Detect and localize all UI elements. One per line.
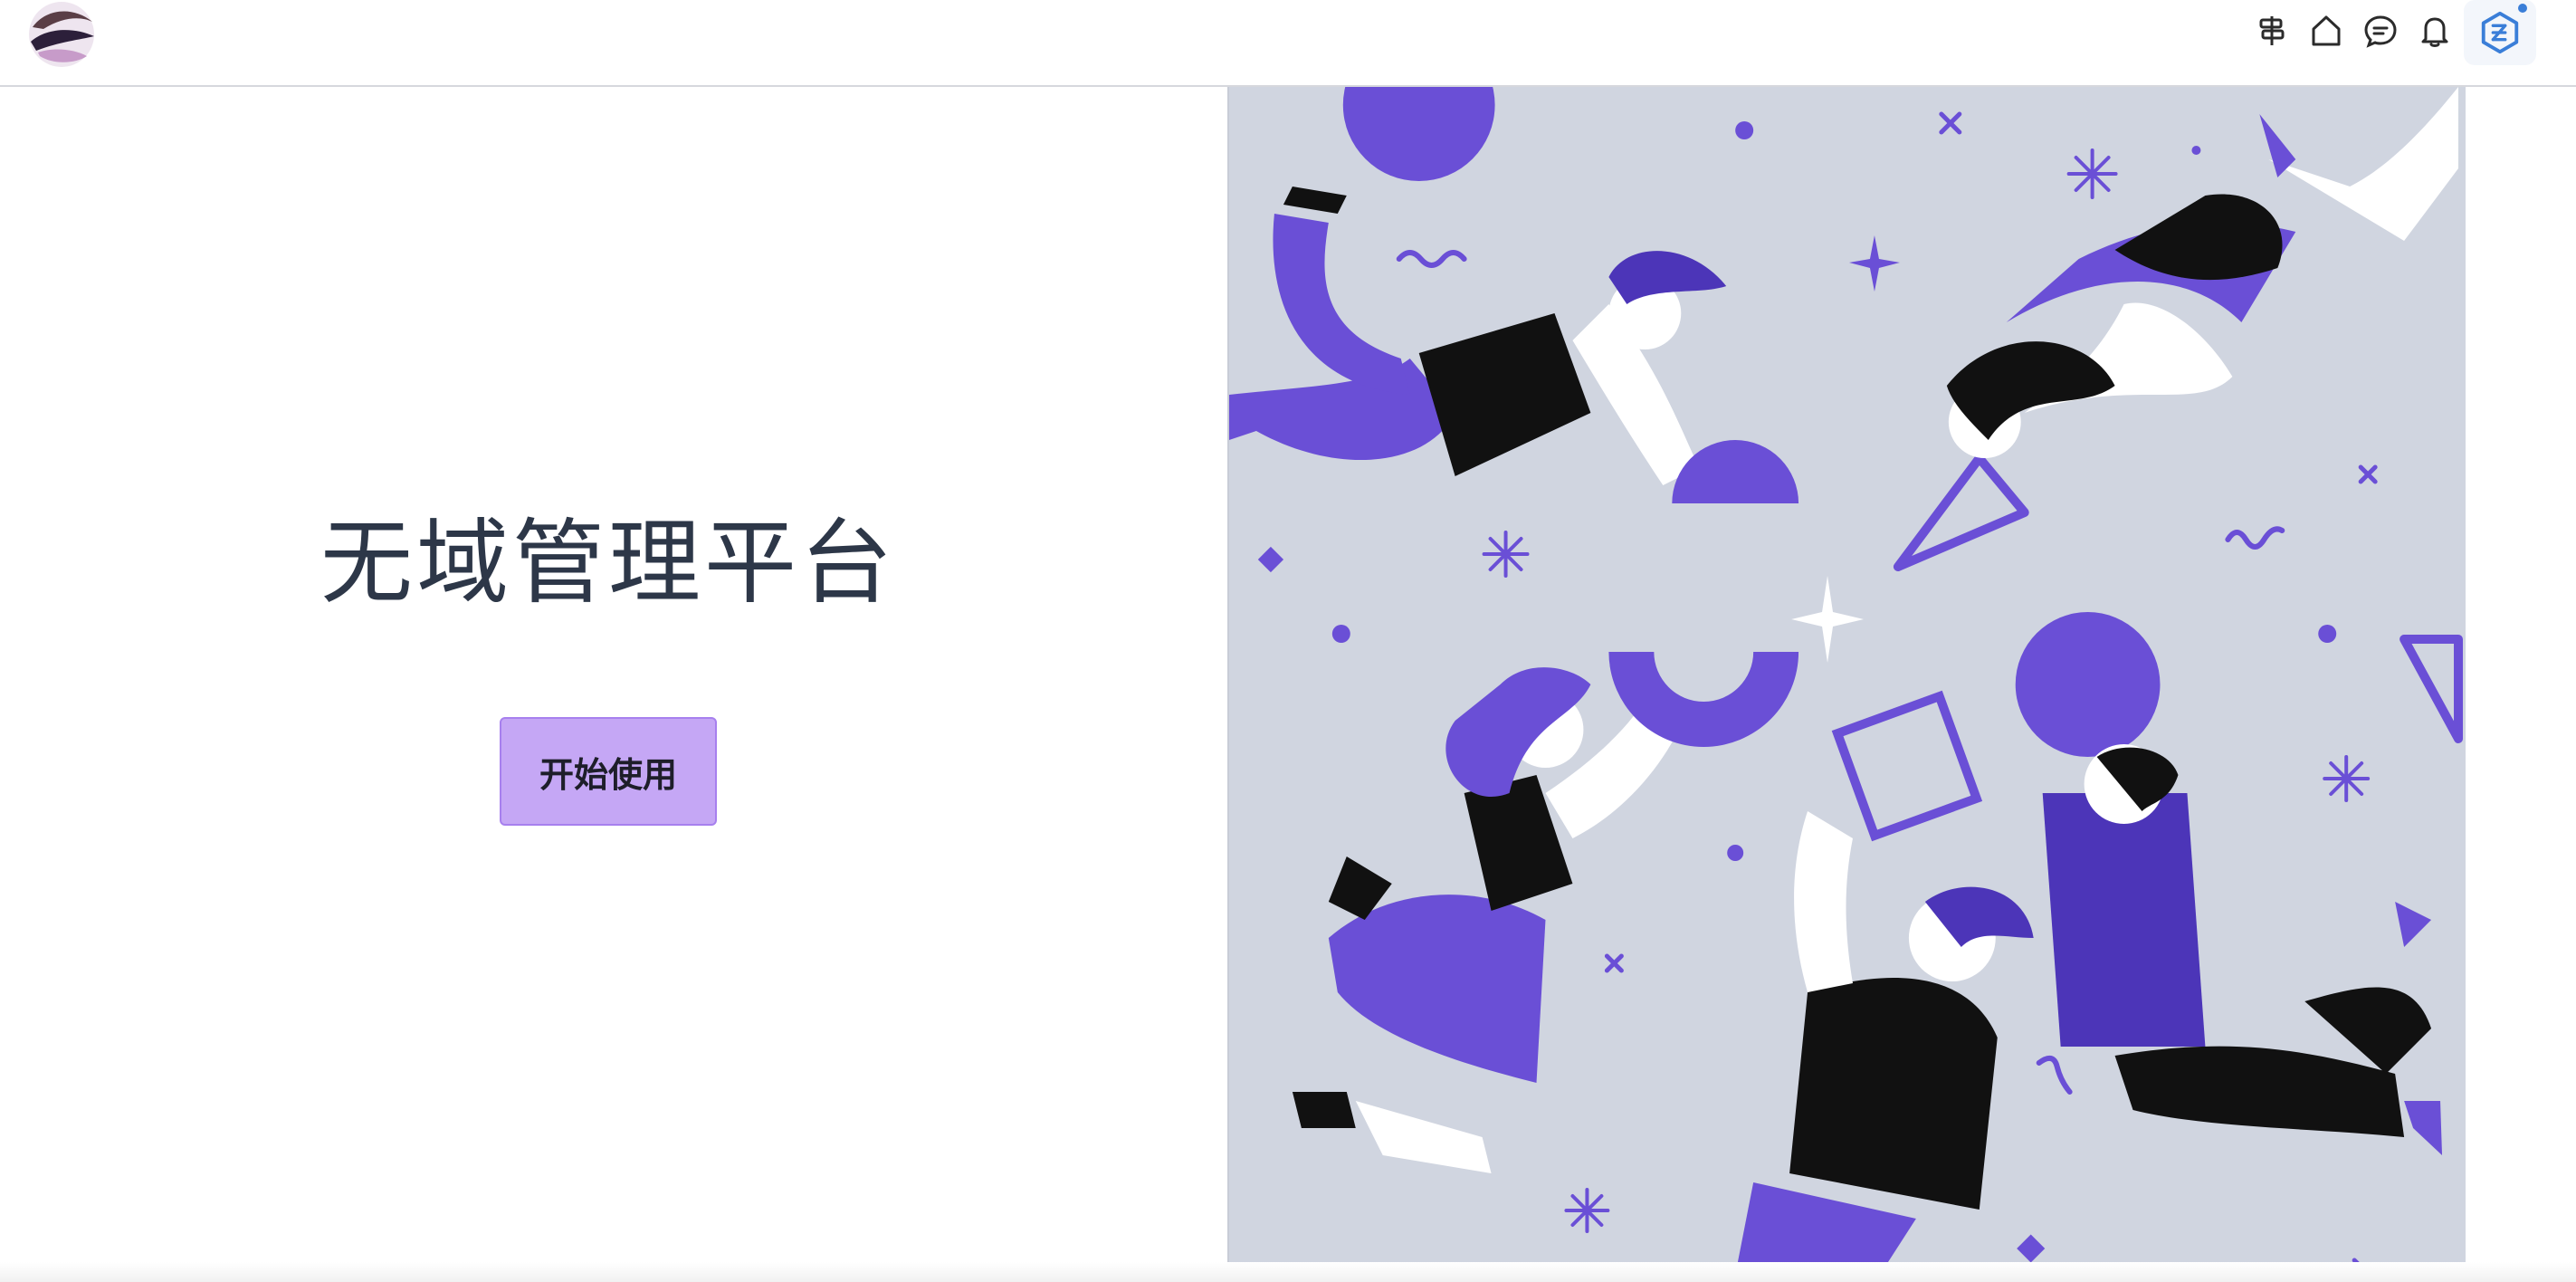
- online-status-dot: [2518, 4, 2527, 13]
- landing-hero: 无域管理平台 开始使用: [0, 87, 1227, 1282]
- brand-swirl-logo-icon: [29, 2, 94, 67]
- message-icon[interactable]: [2361, 11, 2400, 51]
- people-floating-with-shapes-illustration: [1227, 87, 2466, 1275]
- api-signpost-icon[interactable]: [2252, 11, 2292, 51]
- user-avatar[interactable]: [2464, 0, 2536, 65]
- notification-bell-icon[interactable]: [2415, 11, 2455, 51]
- home-icon[interactable]: [2306, 11, 2346, 51]
- bottom-edge-shadow: [0, 1262, 2576, 1282]
- brand-logo[interactable]: [27, 0, 96, 69]
- user-avatar-logo-icon: [2481, 11, 2519, 54]
- get-started-button[interactable]: 开始使用: [500, 717, 717, 826]
- page-title: 无域管理平台: [320, 510, 896, 617]
- top-navbar: [0, 0, 2576, 87]
